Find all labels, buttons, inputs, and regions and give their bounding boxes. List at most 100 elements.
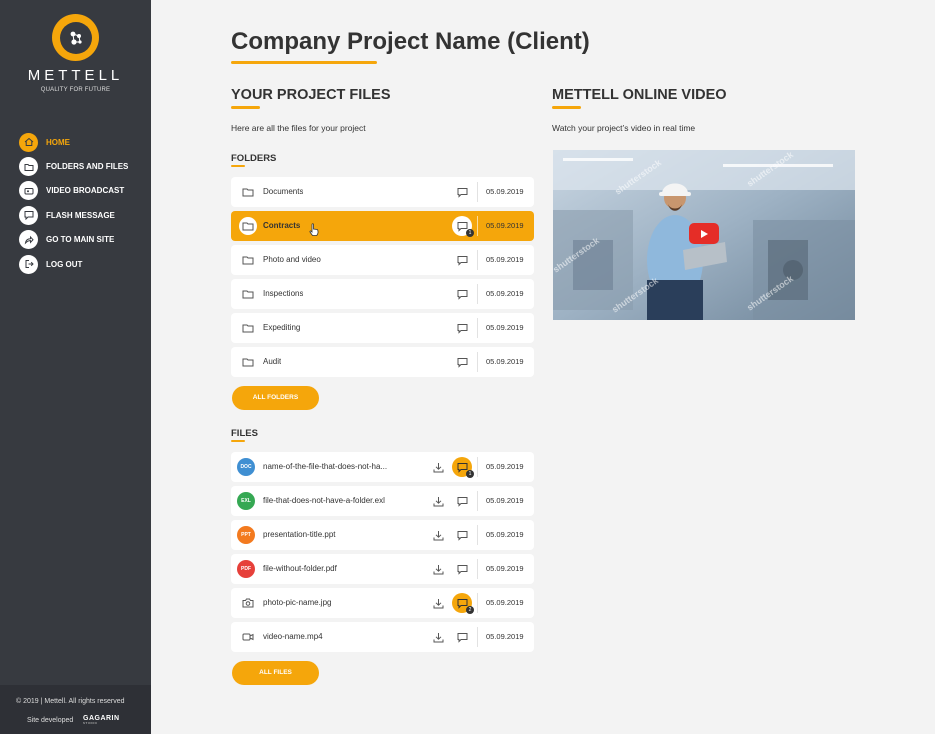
folder-date: 05.09.2019	[486, 289, 524, 298]
divider	[477, 352, 478, 372]
brand-name: METTELL	[27, 67, 124, 84]
download-icon[interactable]	[428, 593, 448, 613]
sidebar-footer: © 2019 | Mettell. All rights reserved Si…	[0, 685, 151, 734]
nav-label: HOME	[46, 137, 70, 147]
file-row[interactable]: PPT presentation-title.ppt 05.09.2019	[231, 520, 534, 550]
brand-tagline: QUALITY FOR FUTURE	[40, 87, 111, 93]
folder-date: 05.09.2019	[486, 357, 524, 366]
files-section-title: YOUR PROJECT FILES	[231, 87, 391, 103]
download-icon[interactable]	[428, 559, 448, 579]
video-player[interactable]: shutterstock shutterstock shutterstock s…	[553, 150, 855, 320]
file-row[interactable]: photo-pic-name.jpg 2 05.09.2019	[231, 588, 534, 618]
play-icon	[701, 229, 708, 238]
logout-icon	[19, 254, 38, 274]
divider	[477, 525, 478, 545]
message-icon[interactable]	[452, 284, 472, 304]
video-camera-icon	[239, 628, 257, 646]
page-title: Company Project Name (Client)	[231, 28, 590, 55]
section-underline	[231, 106, 260, 109]
file-name: presentation-title.ppt	[263, 530, 336, 539]
folder-date: 05.09.2019	[486, 187, 524, 196]
message-icon[interactable]	[452, 182, 472, 202]
sidebar-nav: HOME FOLDERS AND FILES VIDEO BROADCAST F…	[19, 130, 128, 276]
download-icon[interactable]	[428, 491, 448, 511]
file-date: 05.09.2019	[486, 632, 524, 641]
message-icon[interactable]	[452, 318, 472, 338]
nav-item-home[interactable]: HOME	[19, 130, 128, 154]
folder-icon	[239, 319, 257, 337]
message-icon[interactable]	[452, 559, 472, 579]
message-icon[interactable]	[452, 627, 472, 647]
message-icon[interactable]	[452, 525, 472, 545]
nav-item-folders-and-files[interactable]: FOLDERS AND FILES	[19, 154, 128, 178]
folder-row[interactable]: Photo and video 05.09.2019	[231, 245, 534, 275]
download-icon[interactable]	[428, 457, 448, 477]
message-count: 1	[466, 229, 474, 237]
nav-item-flash-message[interactable]: FLASH MESSAGE	[19, 203, 128, 227]
folder-row[interactable]: Expediting 05.09.2019	[231, 313, 534, 343]
folder-icon	[19, 157, 38, 177]
file-name: file-that-does-not-have-a-folder.exl	[263, 496, 385, 505]
message-icon[interactable]: 1	[452, 216, 474, 237]
file-row[interactable]: DOC name-of-the-file-that-does-not-ha...…	[231, 452, 534, 482]
folder-icon	[239, 285, 257, 303]
nav-label: LOG OUT	[46, 259, 83, 269]
file-name: video-name.mp4	[263, 632, 323, 641]
home-icon	[19, 132, 38, 152]
divider	[477, 284, 478, 304]
download-icon[interactable]	[428, 627, 448, 647]
divider	[477, 318, 478, 338]
files-section-description: Here are all the files for your project	[231, 123, 366, 133]
nav-item-go-to-main-site[interactable]: GO TO MAIN SITE	[19, 228, 128, 252]
folder-row[interactable]: Documents 05.09.2019	[231, 177, 534, 207]
developed-text: Site developed	[27, 717, 74, 724]
video-section-title: METTELL ONLINE VIDEO	[552, 87, 727, 103]
folder-row[interactable]: Contracts 1 05.09.2019	[231, 211, 534, 241]
download-icon[interactable]	[428, 525, 448, 545]
message-icon[interactable]	[452, 352, 472, 372]
video-section-description: Watch your project’s video in real time	[552, 123, 696, 133]
file-date: 05.09.2019	[486, 530, 524, 539]
message-count: 1	[466, 470, 474, 478]
message-icon[interactable]	[452, 491, 472, 511]
divider	[477, 216, 478, 236]
file-date: 05.09.2019	[486, 598, 524, 607]
files-list: DOC name-of-the-file-that-does-not-ha...…	[231, 452, 534, 656]
message-icon[interactable]	[452, 250, 472, 270]
folder-name: Expediting	[263, 323, 301, 332]
divider	[477, 593, 478, 613]
file-row[interactable]: PDF file-without-folder.pdf 05.09.2019	[231, 554, 534, 584]
message-icon	[19, 205, 38, 225]
file-row[interactable]: EXL file-that-does-not-have-a-folder.exl…	[231, 486, 534, 516]
section-underline	[552, 106, 581, 109]
logo[interactable]	[52, 14, 99, 61]
nav-label: FLASH MESSAGE	[46, 210, 115, 220]
divider	[477, 182, 478, 202]
file-name: photo-pic-name.jpg	[263, 598, 332, 607]
files-heading: FILES	[231, 428, 258, 439]
folders-list: Documents 05.09.2019 Contracts 1 05.09.2…	[231, 177, 534, 381]
folder-row[interactable]: Audit 05.09.2019	[231, 347, 534, 377]
pdf-file-badge: PDF	[237, 560, 255, 578]
play-button[interactable]	[689, 223, 719, 244]
message-icon[interactable]: 1	[452, 457, 474, 478]
file-date: 05.09.2019	[486, 564, 524, 573]
folder-name: Photo and video	[263, 255, 321, 264]
all-folders-button[interactable]: ALL FOLDERS	[232, 386, 319, 410]
message-icon[interactable]: 2	[452, 593, 474, 614]
folder-name: Contracts	[263, 221, 301, 230]
copyright-text: © 2019 | Mettell. All rights reserved	[16, 698, 125, 705]
message-count: 2	[466, 606, 474, 614]
divider	[477, 457, 478, 477]
folder-row[interactable]: Inspections 05.09.2019	[231, 279, 534, 309]
file-row[interactable]: video-name.mp4 05.09.2019	[231, 622, 534, 652]
cursor-hand-icon	[309, 223, 319, 241]
divider	[477, 491, 478, 511]
doc-file-badge: DOC	[237, 458, 255, 476]
all-files-button[interactable]: ALL FILES	[232, 661, 319, 685]
developer-logo[interactable]: GAGARIN STUDIO	[83, 715, 120, 725]
nav-item-video-broadcast[interactable]: VIDEO BROADCAST	[19, 179, 128, 203]
nav-item-log-out[interactable]: LOG OUT	[19, 252, 128, 276]
heading-underline	[231, 440, 245, 442]
video-icon	[19, 181, 38, 201]
